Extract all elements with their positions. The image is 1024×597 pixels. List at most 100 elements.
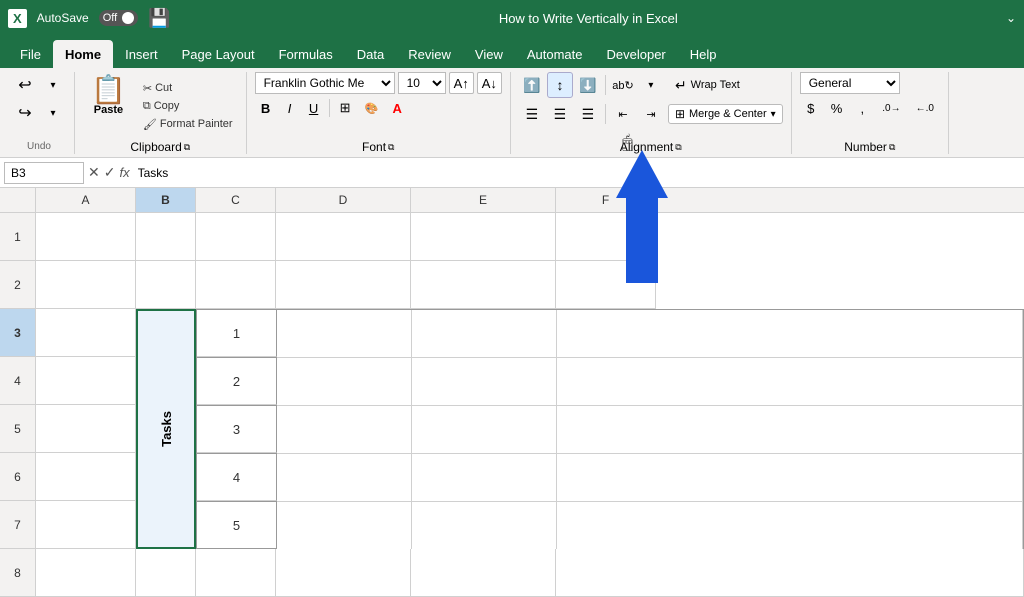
italic-button[interactable]: I: [279, 97, 301, 119]
cell-f5[interactable]: [557, 406, 1023, 454]
merge-center-button[interactable]: ⊞ Merge & Center ▾: [668, 104, 783, 124]
title-dropdown-icon[interactable]: ⌄: [1006, 11, 1016, 25]
cell-d3[interactable]: [277, 310, 412, 358]
decrease-indent-button[interactable]: ⇤: [610, 101, 636, 127]
cell-a8[interactable]: [36, 549, 136, 597]
cell-d7[interactable]: [277, 502, 412, 550]
col-header-e[interactable]: E: [411, 188, 556, 212]
wrap-text-button[interactable]: ↵ Wrap Text: [668, 74, 747, 97]
col-header-d[interactable]: D: [276, 188, 411, 212]
tab-page-layout[interactable]: Page Layout: [170, 40, 267, 68]
align-bottom-button[interactable]: ⬇️: [575, 72, 601, 98]
cell-d6[interactable]: [277, 454, 412, 502]
tab-view[interactable]: View: [463, 40, 515, 68]
formula-input[interactable]: [134, 164, 1020, 182]
row-num-6[interactable]: 6: [0, 453, 35, 501]
align-top-button[interactable]: ⬆️: [519, 72, 545, 98]
col-header-c[interactable]: C: [196, 188, 276, 212]
cell-e8[interactable]: [411, 549, 556, 597]
copy-button[interactable]: ⧉ Copy: [138, 98, 238, 115]
redo-button[interactable]: ↪: [12, 100, 38, 126]
cell-f4[interactable]: [557, 358, 1023, 406]
redo-dropdown[interactable]: ▾: [40, 100, 66, 126]
cell-c1[interactable]: [196, 213, 276, 261]
cell-e5[interactable]: [412, 406, 557, 454]
underline-button[interactable]: U: [303, 97, 325, 119]
decrease-font-size-button[interactable]: A↓: [477, 72, 502, 94]
cell-b1[interactable]: [136, 213, 196, 261]
fill-color-button[interactable]: 🎨: [359, 97, 385, 119]
borders-button[interactable]: ⊞: [334, 97, 357, 119]
format-painter-button[interactable]: 🖌 Format Painter: [138, 116, 238, 133]
autosave-toggle[interactable]: Off: [99, 10, 138, 26]
cell-f3[interactable]: [557, 310, 1023, 358]
undo-button[interactable]: ↩: [12, 72, 38, 98]
cell-d2[interactable]: [276, 261, 411, 309]
save-icon[interactable]: 💾: [148, 8, 170, 29]
align-middle-button[interactable]: ↕: [547, 72, 573, 98]
cell-d5[interactable]: [277, 406, 412, 454]
cell-c8[interactable]: [196, 549, 276, 597]
increase-indent-button[interactable]: ⇥: [638, 101, 664, 127]
font-color-button[interactable]: A: [386, 97, 408, 119]
cell-c4[interactable]: 2: [197, 357, 277, 405]
increase-decimal-button[interactable]: ←.0: [910, 97, 940, 119]
cell-a6[interactable]: [36, 453, 136, 501]
cell-d1[interactable]: [276, 213, 411, 261]
cell-e7[interactable]: [412, 502, 557, 550]
cell-d8[interactable]: [276, 549, 411, 597]
cell-a1[interactable]: [36, 213, 136, 261]
tab-review[interactable]: Review: [396, 40, 463, 68]
cell-e2[interactable]: [411, 261, 556, 309]
tab-file[interactable]: File: [8, 40, 53, 68]
row-num-1[interactable]: 1: [0, 213, 35, 261]
cell-b3-b7-merged[interactable]: Tasks: [136, 309, 196, 549]
number-expand-icon[interactable]: ⧉: [889, 142, 895, 153]
cancel-formula-icon[interactable]: ✕: [88, 164, 100, 181]
cell-e6[interactable]: [412, 454, 557, 502]
cell-f8[interactable]: [556, 549, 1024, 597]
cell-d4[interactable]: [277, 358, 412, 406]
increase-font-size-button[interactable]: A↑: [449, 72, 474, 94]
alignment-expand-icon[interactable]: ⧉: [675, 142, 681, 153]
cell-a7[interactable]: [36, 501, 136, 549]
number-format-select[interactable]: General: [800, 72, 900, 94]
confirm-formula-icon[interactable]: ✓: [104, 164, 116, 181]
cell-c2[interactable]: [196, 261, 276, 309]
percent-button[interactable]: %: [825, 97, 849, 119]
col-header-a[interactable]: A: [36, 188, 136, 212]
col-header-b[interactable]: B: [136, 188, 196, 212]
cell-a3[interactable]: [36, 309, 136, 357]
tab-developer[interactable]: Developer: [595, 40, 678, 68]
cell-c6[interactable]: 4: [197, 453, 277, 501]
cell-c5[interactable]: 3: [197, 405, 277, 453]
decrease-decimal-button[interactable]: .0→: [876, 97, 906, 119]
cut-button[interactable]: ✂ Cut: [138, 80, 238, 97]
cell-f7[interactable]: [557, 502, 1023, 550]
tab-formulas[interactable]: Formulas: [267, 40, 345, 68]
row-num-8[interactable]: 8: [0, 549, 35, 597]
paste-button[interactable]: 📋 Paste: [83, 72, 134, 140]
cell-a5[interactable]: [36, 405, 136, 453]
row-num-3[interactable]: 3: [0, 309, 35, 357]
cell-e1[interactable]: [411, 213, 556, 261]
row-num-2[interactable]: 2: [0, 261, 35, 309]
align-right-button[interactable]: ☰: [575, 101, 601, 127]
tab-home[interactable]: Home: [53, 40, 113, 68]
tab-data[interactable]: Data: [345, 40, 396, 68]
cell-b8[interactable]: [136, 549, 196, 597]
align-left-button[interactable]: ☰: [519, 101, 545, 127]
row-num-5[interactable]: 5: [0, 405, 35, 453]
currency-button[interactable]: $: [800, 97, 822, 119]
orient-text-button[interactable]: ab↻: [610, 72, 636, 98]
font-expand-icon[interactable]: ⧉: [388, 142, 394, 153]
row-num-4[interactable]: 4: [0, 357, 35, 405]
orient-dropdown[interactable]: ▾: [638, 72, 664, 98]
name-box[interactable]: B3: [4, 162, 84, 184]
align-center-button[interactable]: ☰: [547, 101, 573, 127]
merge-dropdown-icon[interactable]: ▾: [771, 109, 776, 120]
cell-a4[interactable]: [36, 357, 136, 405]
cell-c7[interactable]: 5: [197, 501, 277, 549]
tab-automate[interactable]: Automate: [515, 40, 595, 68]
tab-insert[interactable]: Insert: [113, 40, 170, 68]
